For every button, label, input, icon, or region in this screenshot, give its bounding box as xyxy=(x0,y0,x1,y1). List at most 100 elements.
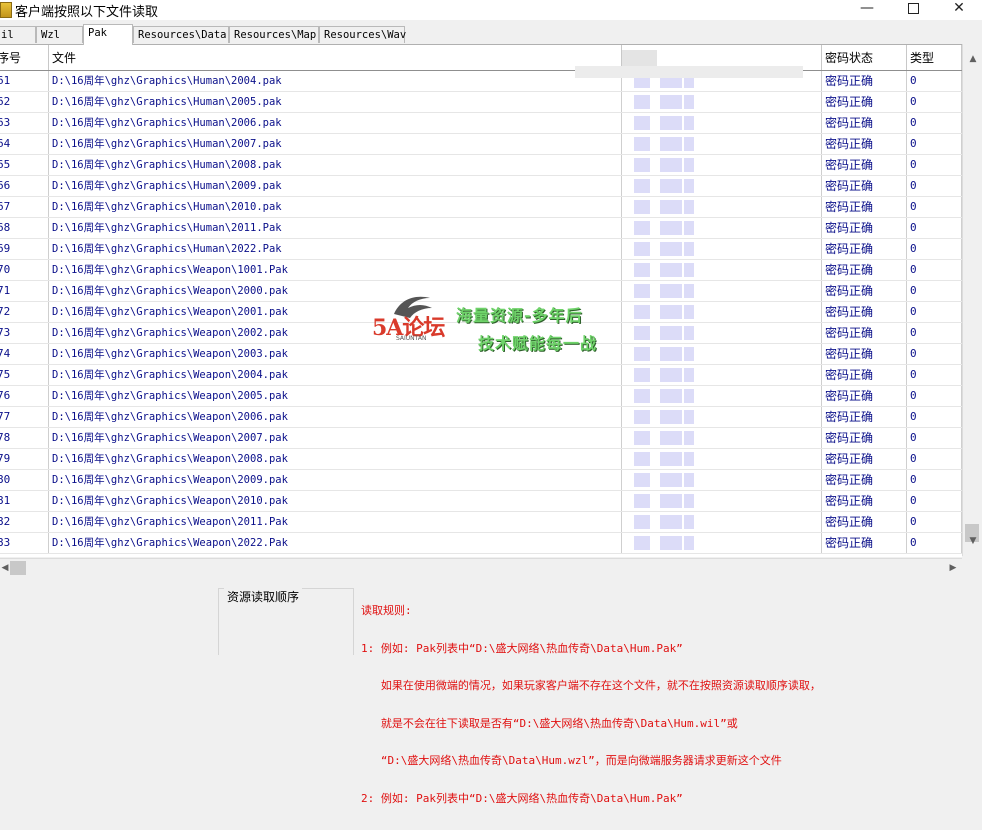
table-row[interactable]: 68D:\16周年\ghz\Graphics\Human\2011.Pak 密码正… xyxy=(0,218,962,239)
row-status[interactable]: 密码正确 xyxy=(822,365,907,385)
row-hash-redacted[interactable] xyxy=(622,218,822,238)
table-row[interactable]: 83D:\16周年\ghz\Graphics\Weapon\2022.Pak 密码… xyxy=(0,533,962,554)
row-index[interactable]: 66 xyxy=(0,176,49,196)
row-index[interactable]: 71 xyxy=(0,281,49,301)
table-row[interactable]: 74D:\16周年\ghz\Graphics\Weapon\2003.pak 密码… xyxy=(0,344,962,365)
row-hash-redacted[interactable] xyxy=(622,407,822,427)
row-file[interactable]: D:\16周年\ghz\Graphics\Weapon\2007.pak xyxy=(49,428,622,448)
row-hash-redacted[interactable] xyxy=(622,386,822,406)
table-row[interactable]: 78D:\16周年\ghz\Graphics\Weapon\2007.pak 密码… xyxy=(0,428,962,449)
row-status[interactable]: 密码正确 xyxy=(822,197,907,217)
row-type[interactable]: 0 xyxy=(907,176,962,196)
table-row[interactable]: 80D:\16周年\ghz\Graphics\Weapon\2009.pak 密码… xyxy=(0,470,962,491)
row-type[interactable]: 0 xyxy=(907,113,962,133)
row-type[interactable]: 0 xyxy=(907,239,962,259)
row-status[interactable]: 密码正确 xyxy=(822,176,907,196)
row-index[interactable]: 61 xyxy=(0,71,49,91)
row-type[interactable]: 0 xyxy=(907,302,962,322)
row-file[interactable]: D:\16周年\ghz\Graphics\Weapon\2002.pak xyxy=(49,323,622,343)
row-file[interactable]: D:\16周年\ghz\Graphics\Weapon\2008.pak xyxy=(49,449,622,469)
row-status[interactable]: 密码正确 xyxy=(822,113,907,133)
row-status[interactable]: 密码正确 xyxy=(822,239,907,259)
row-file[interactable]: D:\16周年\ghz\Graphics\Human\2011.Pak xyxy=(49,218,622,238)
row-type[interactable]: 0 xyxy=(907,71,962,91)
row-hash-redacted[interactable] xyxy=(622,302,822,322)
row-status[interactable]: 密码正确 xyxy=(822,155,907,175)
row-hash-redacted[interactable] xyxy=(622,365,822,385)
row-hash-redacted[interactable] xyxy=(622,134,822,154)
row-index[interactable]: 74 xyxy=(0,344,49,364)
table-row[interactable]: 72D:\16周年\ghz\Graphics\Weapon\2001.pak 密码… xyxy=(0,302,962,323)
file-grid[interactable]: 序号 文件 察码 密码状态 类型 61D:\16周年\ghz\Graphics\… xyxy=(0,44,962,557)
row-status[interactable]: 密码正确 xyxy=(822,281,907,301)
tab-wil[interactable]: il xyxy=(0,26,36,43)
row-index[interactable]: 77 xyxy=(0,407,49,427)
table-row[interactable]: 70D:\16周年\ghz\Graphics\Weapon\1001.Pak 密码… xyxy=(0,260,962,281)
row-type[interactable]: 0 xyxy=(907,365,962,385)
row-index[interactable]: 72 xyxy=(0,302,49,322)
tab-wzl[interactable]: Wzl xyxy=(36,26,83,43)
row-file[interactable]: D:\16周年\ghz\Graphics\Weapon\1001.Pak xyxy=(49,260,622,280)
table-row[interactable]: 66D:\16周年\ghz\Graphics\Human\2009.pak 密码正… xyxy=(0,176,962,197)
row-hash-redacted[interactable] xyxy=(622,323,822,343)
table-row[interactable]: 75D:\16周年\ghz\Graphics\Weapon\2004.pak 密码… xyxy=(0,365,962,386)
row-file[interactable]: D:\16周年\ghz\Graphics\Weapon\2004.pak xyxy=(49,365,622,385)
table-row[interactable]: 67D:\16周年\ghz\Graphics\Human\2010.pak 密码正… xyxy=(0,197,962,218)
row-file[interactable]: D:\16周年\ghz\Graphics\Human\2007.pak xyxy=(49,134,622,154)
row-status[interactable]: 密码正确 xyxy=(822,323,907,343)
row-file[interactable]: D:\16周年\ghz\Graphics\Human\2006.pak xyxy=(49,113,622,133)
row-status[interactable]: 密码正确 xyxy=(822,260,907,280)
row-status[interactable]: 密码正确 xyxy=(822,512,907,532)
row-hash-redacted[interactable] xyxy=(622,491,822,511)
row-type[interactable]: 0 xyxy=(907,344,962,364)
row-hash-redacted[interactable] xyxy=(622,197,822,217)
tab-resources-map[interactable]: Resources\Map xyxy=(229,26,319,43)
scroll-right-icon[interactable]: ▶ xyxy=(944,559,962,577)
row-hash-redacted[interactable] xyxy=(622,260,822,280)
row-index[interactable]: 62 xyxy=(0,92,49,112)
row-file[interactable]: D:\16周年\ghz\Graphics\Human\2010.pak xyxy=(49,197,622,217)
table-row[interactable]: 82D:\16周年\ghz\Graphics\Weapon\2011.Pak 密码… xyxy=(0,512,962,533)
row-index[interactable]: 68 xyxy=(0,218,49,238)
row-index[interactable]: 82 xyxy=(0,512,49,532)
row-status[interactable]: 密码正确 xyxy=(822,491,907,511)
row-type[interactable]: 0 xyxy=(907,407,962,427)
row-hash-redacted[interactable] xyxy=(622,344,822,364)
row-file[interactable]: D:\16周年\ghz\Graphics\Human\2004.pak xyxy=(49,71,622,91)
tab-pak[interactable]: Pak xyxy=(83,24,133,45)
row-file[interactable]: D:\16周年\ghz\Graphics\Weapon\2010.pak xyxy=(49,491,622,511)
row-index[interactable]: 79 xyxy=(0,449,49,469)
row-index[interactable]: 80 xyxy=(0,470,49,490)
header-hash[interactable]: 察码 xyxy=(622,45,822,70)
row-status[interactable]: 密码正确 xyxy=(822,470,907,490)
row-status[interactable]: 密码正确 xyxy=(822,92,907,112)
row-file[interactable]: D:\16周年\ghz\Graphics\Weapon\2022.Pak xyxy=(49,533,622,553)
row-type[interactable]: 0 xyxy=(907,491,962,511)
row-file[interactable]: D:\16周年\ghz\Graphics\Weapon\2001.pak xyxy=(49,302,622,322)
horizontal-scrollbar[interactable]: ◀ ▶ xyxy=(0,558,962,577)
table-row[interactable]: 61D:\16周年\ghz\Graphics\Human\2004.pak 密码正… xyxy=(0,71,962,92)
row-file[interactable]: D:\16周年\ghz\Graphics\Human\2022.Pak xyxy=(49,239,622,259)
row-index[interactable]: 65 xyxy=(0,155,49,175)
row-hash-redacted[interactable] xyxy=(622,533,822,553)
table-row[interactable]: 77D:\16周年\ghz\Graphics\Weapon\2006.pak 密码… xyxy=(0,407,962,428)
row-file[interactable]: D:\16周年\ghz\Graphics\Weapon\2009.pak xyxy=(49,470,622,490)
vertical-scrollbar[interactable]: ▲ ▼ xyxy=(962,44,982,556)
row-hash-redacted[interactable] xyxy=(622,71,822,91)
row-type[interactable]: 0 xyxy=(907,197,962,217)
row-index[interactable]: 67 xyxy=(0,197,49,217)
row-index[interactable]: 63 xyxy=(0,113,49,133)
row-type[interactable]: 0 xyxy=(907,470,962,490)
row-hash-redacted[interactable] xyxy=(622,512,822,532)
row-status[interactable]: 密码正确 xyxy=(822,344,907,364)
row-file[interactable]: D:\16周年\ghz\Graphics\Human\2009.pak xyxy=(49,176,622,196)
row-file[interactable]: D:\16周年\ghz\Graphics\Human\2005.pak xyxy=(49,92,622,112)
scroll-up-icon[interactable]: ▲ xyxy=(963,50,982,68)
table-row[interactable]: 81D:\16周年\ghz\Graphics\Weapon\2010.pak 密码… xyxy=(0,491,962,512)
header-index[interactable]: 序号 xyxy=(0,45,49,70)
row-index[interactable]: 76 xyxy=(0,386,49,406)
row-type[interactable]: 0 xyxy=(907,449,962,469)
header-status[interactable]: 密码状态 xyxy=(822,45,907,70)
header-file[interactable]: 文件 xyxy=(49,45,622,70)
row-hash-redacted[interactable] xyxy=(622,428,822,448)
